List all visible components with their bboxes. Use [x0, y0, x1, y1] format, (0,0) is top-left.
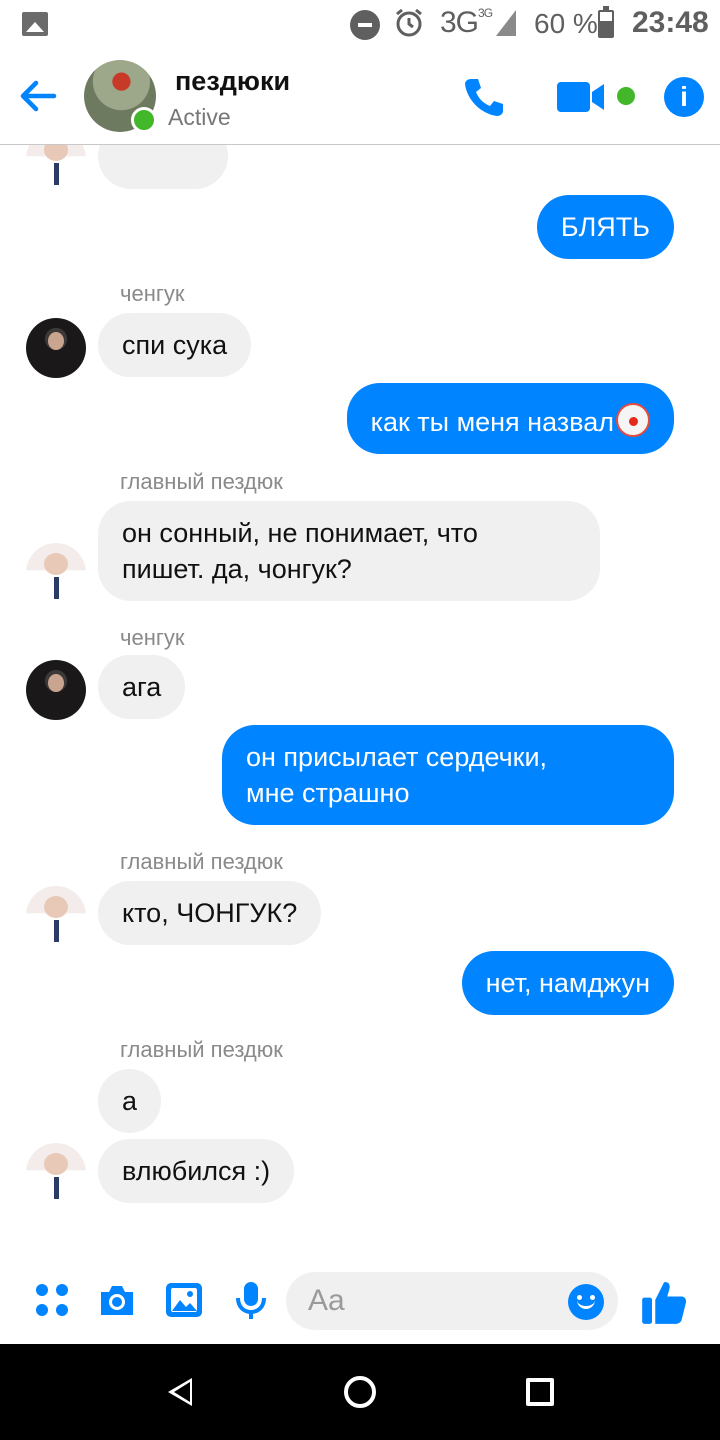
message-composer: Aa: [0, 1262, 720, 1344]
nav-recents-icon[interactable]: [526, 1378, 554, 1406]
message-bubble-incoming[interactable]: он сонный, не понимает, что пишет. да, ч…: [98, 501, 600, 601]
video-camera-icon[interactable]: [556, 79, 606, 115]
gallery-icon[interactable]: [164, 1280, 204, 1320]
avatar[interactable]: [26, 1143, 86, 1203]
chat-title[interactable]: пездюки: [175, 66, 290, 97]
message-bubble-incoming[interactable]: влюбился :): [98, 1139, 295, 1203]
nav-home-icon[interactable]: [344, 1376, 376, 1408]
microphone-icon[interactable]: [231, 1280, 271, 1320]
thumbs-up-icon[interactable]: [640, 1278, 688, 1326]
message-bubble-incoming[interactable]: ага: [98, 655, 186, 719]
message-bubble-outgoing[interactable]: он присылает сердечки, мне страшно: [222, 725, 674, 825]
avatar[interactable]: [26, 543, 86, 603]
message-bubble-outgoing[interactable]: как ты меня назвал: [346, 383, 674, 454]
do-not-disturb-icon: [350, 10, 380, 40]
avatar[interactable]: [26, 886, 86, 946]
battery-icon: [598, 6, 614, 38]
signal-icon: [496, 10, 516, 36]
network-type: 3G3G: [440, 6, 493, 39]
message-bubble-incoming[interactable]: [98, 145, 228, 189]
message-thread[interactable]: БЛЯТЬ ченгук спи сука как ты меня назвал…: [0, 145, 720, 1235]
emoji-icon[interactable]: [568, 1284, 604, 1320]
clock: 23:48: [632, 6, 709, 39]
video-active-dot: [617, 87, 635, 105]
nav-back-icon[interactable]: [168, 1378, 192, 1406]
message-bubble-incoming[interactable]: кто, ЧОНГУК?: [98, 881, 322, 945]
alarm-icon: [396, 8, 422, 37]
phone-icon[interactable]: [462, 75, 506, 119]
sender-name: ченгук: [120, 625, 185, 650]
sender-name: ченгук: [120, 281, 185, 306]
clown-face-icon: [616, 403, 650, 437]
battery-percent: 60 %: [534, 8, 598, 39]
info-icon[interactable]: i: [664, 77, 704, 117]
sender-name: главный пездюк: [120, 469, 283, 494]
camera-icon[interactable]: [97, 1280, 137, 1320]
status-bar: 3G3G 60 % 23:48: [0, 0, 720, 50]
avatar[interactable]: [26, 318, 86, 378]
message-bubble-outgoing[interactable]: нет, намджун: [461, 951, 674, 1015]
back-arrow-icon[interactable]: [14, 72, 62, 120]
sender-name: главный пездюк: [120, 849, 283, 874]
chat-header: пездюки Active i: [0, 50, 720, 145]
message-bubble-incoming[interactable]: а: [98, 1069, 162, 1133]
message-bubble-outgoing[interactable]: БЛЯТЬ: [536, 195, 674, 259]
image-notification-icon: [22, 12, 48, 36]
chat-status: Active: [168, 104, 231, 130]
online-indicator: [131, 107, 157, 133]
more-icon[interactable]: [32, 1280, 72, 1320]
avatar[interactable]: [26, 660, 86, 720]
avatar[interactable]: [26, 145, 86, 189]
sender-name: главный пездюк: [120, 1037, 283, 1062]
message-bubble-incoming[interactable]: спи сука: [98, 313, 252, 377]
system-navigation-bar: [0, 1344, 720, 1440]
